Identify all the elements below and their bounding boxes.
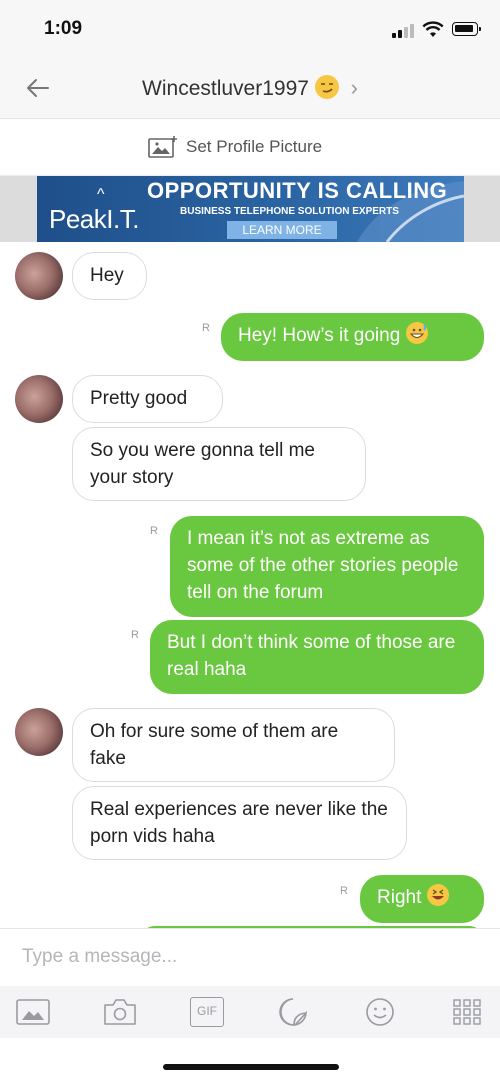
ad-subline: BUSINESS TELEPHONE SOLUTION EXPERTS xyxy=(180,206,399,217)
contact-avatar[interactable] xyxy=(15,708,63,756)
laughing-emoji-icon xyxy=(427,884,450,906)
contact-name-button[interactable]: Wincestluver1997 › xyxy=(0,75,500,101)
message-input-placeholder[interactable]: Type a message... xyxy=(22,946,177,968)
message-input-bar[interactable]: Type a message... xyxy=(0,928,500,987)
read-receipt-icon: R xyxy=(150,525,158,537)
message-text: Right xyxy=(377,887,422,908)
message-incoming[interactable]: Oh for sure some of them are fake xyxy=(72,708,395,782)
grin-sweat-emoji-icon xyxy=(406,322,429,344)
chat-header: Wincestluver1997 › xyxy=(0,60,500,119)
status-bar: 1:09 xyxy=(0,0,500,60)
media-toolbar: GIF xyxy=(0,986,500,1038)
read-receipt-icon: R xyxy=(202,322,210,334)
chevron-right-icon: › xyxy=(350,75,358,100)
set-profile-picture-label: Set Profile Picture xyxy=(186,137,323,156)
cellular-signal-icon xyxy=(392,24,414,38)
ad-learn-more-button[interactable]: LEARN MORE xyxy=(227,221,337,239)
message-list[interactable]: Hey R Hey! How’s it going Pretty good So… xyxy=(0,242,500,928)
message-incoming[interactable]: Real experiences are never like the porn… xyxy=(72,786,407,860)
home-indicator[interactable] xyxy=(163,1064,339,1070)
message-outgoing[interactable]: Right xyxy=(360,875,484,923)
photo-gallery-icon[interactable] xyxy=(16,997,50,1027)
message-incoming[interactable]: So you were gonna tell me your story xyxy=(72,427,366,501)
ad-banner-area: ^ PeakI.T. OPPORTUNITY IS CALLING BUSINE… xyxy=(0,176,500,242)
more-apps-grid-icon[interactable] xyxy=(450,997,484,1027)
message-outgoing[interactable]: Hey! How’s it going xyxy=(221,313,484,361)
message-incoming[interactable]: Pretty good xyxy=(72,375,223,423)
message-outgoing[interactable]: But I don’t think some of those are real… xyxy=(150,620,484,694)
set-profile-picture-bar[interactable]: Set Profile Picture xyxy=(0,119,500,176)
gif-button[interactable]: GIF xyxy=(190,997,224,1027)
ad-caret-icon: ^ xyxy=(97,186,105,203)
add-photo-icon xyxy=(148,136,177,158)
ad-banner[interactable]: ^ PeakI.T. OPPORTUNITY IS CALLING BUSINE… xyxy=(37,176,464,242)
ad-headline: OPPORTUNITY IS CALLING xyxy=(147,178,448,203)
smirk-emoji-icon xyxy=(314,75,339,99)
read-receipt-icon: R xyxy=(131,629,139,641)
contact-name: Wincestluver1997 xyxy=(142,77,309,100)
contact-avatar[interactable] xyxy=(15,252,63,300)
message-text: Hey! How’s it going xyxy=(238,325,401,346)
wifi-icon xyxy=(422,21,444,37)
sticker-icon[interactable] xyxy=(276,997,310,1027)
status-time: 1:09 xyxy=(44,18,83,39)
home-indicator-area xyxy=(0,1038,500,1082)
gif-label: GIF xyxy=(197,1004,217,1018)
battery-icon xyxy=(452,22,481,36)
emoji-icon[interactable] xyxy=(363,997,397,1027)
read-receipt-icon: R xyxy=(340,885,348,897)
ad-logo: PeakI.T. xyxy=(49,204,139,234)
message-outgoing[interactable]: I mean it’s not as extreme as some of th… xyxy=(170,516,484,617)
message-incoming[interactable]: Hey xyxy=(72,252,147,300)
contact-avatar[interactable] xyxy=(15,375,63,423)
camera-icon[interactable] xyxy=(103,997,137,1027)
